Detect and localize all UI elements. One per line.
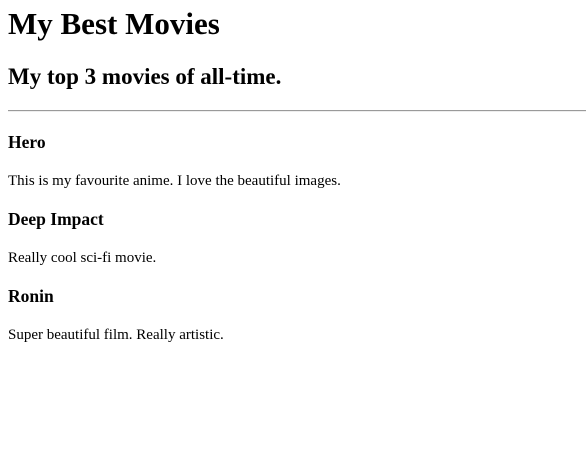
movie-description: Super beautiful film. Really artistic. xyxy=(8,327,224,343)
page-title: My Best Movies xyxy=(8,6,220,41)
movie-item-deep-impact: Deep Impact Really cool sci-fi movie. xyxy=(8,207,578,284)
page-subtitle: My top 3 movies of all-time. xyxy=(8,64,282,89)
movie-description: This is my favourite anime. I love the b… xyxy=(8,173,341,189)
movie-description: Really cool sci-fi movie. xyxy=(8,250,157,266)
movie-title: Hero xyxy=(8,132,46,152)
movie-item-hero: Hero This is my favourite anime. I love … xyxy=(8,130,578,207)
divider xyxy=(8,110,586,112)
movie-item-ronin: Ronin Super beautiful film. Really artis… xyxy=(8,284,578,361)
movie-title: Ronin xyxy=(8,286,54,306)
movie-list: Hero This is my favourite anime. I love … xyxy=(8,130,578,361)
movie-title: Deep Impact xyxy=(8,209,104,229)
page: My Best Movies My top 3 movies of all-ti… xyxy=(0,0,586,455)
